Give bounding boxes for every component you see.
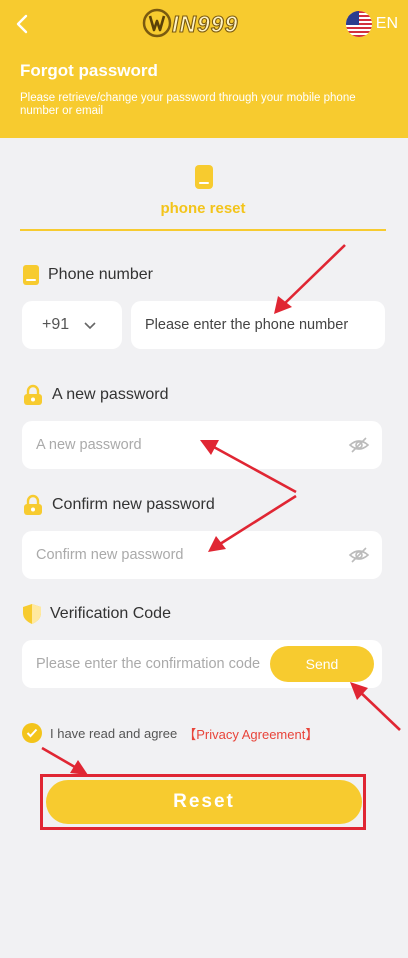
- agreement-row: I have read and agree 【Privacy Agreement…: [22, 723, 318, 743]
- language-selector[interactable]: EN: [345, 11, 398, 37]
- confirm-password-label-text: Confirm new password: [52, 496, 215, 513]
- lock-icon: [24, 494, 42, 515]
- language-label: EN: [375, 15, 398, 32]
- phone-input[interactable]: [131, 301, 385, 349]
- us-flag-icon: [345, 11, 372, 37]
- tab-phone-reset[interactable]: phone reset: [20, 160, 386, 232]
- country-code-value: +91: [42, 316, 70, 333]
- phone-field-box: [131, 301, 385, 349]
- lock-icon: [24, 384, 42, 405]
- page-title: Forgot password: [20, 61, 158, 80]
- check-icon: [26, 728, 38, 738]
- arrow-to-reset: [41, 746, 88, 775]
- chevron-left-icon[interactable]: [12, 12, 34, 36]
- phone-label: Phone number: [22, 264, 153, 286]
- tab-label: phone reset: [160, 200, 246, 217]
- chevron-down-icon: [84, 322, 96, 330]
- new-password-field-box: [22, 421, 382, 469]
- shield-icon: [23, 604, 41, 624]
- phone-label-text: Phone number: [48, 266, 153, 283]
- verification-label-text: Verification Code: [50, 605, 171, 622]
- tab-underline: [20, 229, 386, 231]
- confirm-password-field-box: [22, 531, 382, 579]
- arrow-to-send: [350, 682, 401, 731]
- page-subtitle: Please retrieve/change your password thr…: [20, 92, 356, 117]
- new-password-label: A new password: [22, 384, 169, 406]
- confirm-password-label: Confirm new password: [22, 494, 215, 516]
- send-code-button[interactable]: Send: [270, 646, 374, 682]
- agreement-checkbox[interactable]: [22, 723, 42, 743]
- eye-off-icon[interactable]: [348, 545, 370, 565]
- header: IN999 EN Forgot password Please retrieve…: [0, 0, 408, 138]
- phone-icon: [195, 165, 213, 189]
- country-code-select[interactable]: +91: [22, 301, 122, 349]
- new-password-input[interactable]: [22, 421, 382, 469]
- privacy-agreement-link[interactable]: 【Privacy Agreement】: [183, 724, 318, 743]
- reset-button[interactable]: Reset: [46, 780, 362, 824]
- verification-label: Verification Code: [22, 603, 171, 625]
- agreement-text: I have read and agree: [50, 725, 178, 741]
- eye-off-icon[interactable]: [348, 435, 370, 455]
- new-password-label-text: A new password: [52, 386, 169, 403]
- svg-text:IN999: IN999: [172, 11, 238, 37]
- confirm-password-input[interactable]: [22, 531, 382, 579]
- logo: IN999: [142, 8, 238, 38]
- phone-icon: [23, 265, 39, 285]
